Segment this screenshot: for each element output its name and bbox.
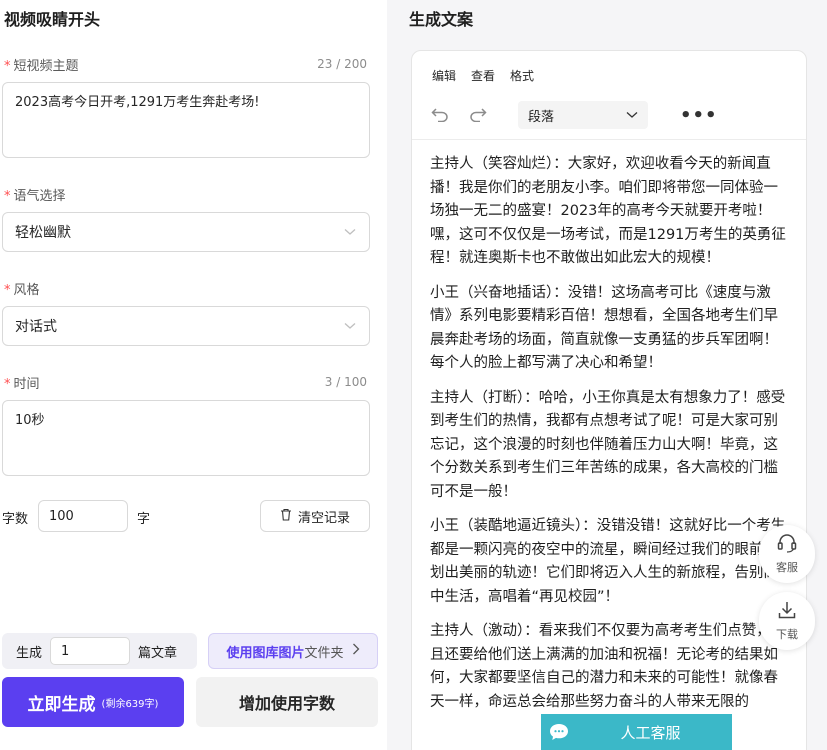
remaining-words: (剩余639字): [101, 698, 159, 710]
clear-records-button[interactable]: 清空记录: [260, 500, 370, 532]
style-value: 对话式: [15, 319, 57, 335]
clear-records-label: 清空记录: [297, 510, 350, 526]
generate-suffix: 篇文章: [138, 645, 178, 661]
chevron-right-icon: [352, 643, 360, 659]
word-count-unit: 字: [137, 512, 151, 527]
panel-title: 视频吸睛开头: [4, 10, 101, 29]
add-words-button[interactable]: 增加使用字数: [196, 677, 378, 727]
topic-textarea[interactable]: 2023高考今日开考,1291万考生奔赴考场!: [2, 82, 370, 158]
generate-now-label: 立即生成: [27, 694, 96, 715]
content-paragraph: 主持人（打断）：哈哈，小王你真是太有想象力了！感受到考生们的热情，我都有点想考试…: [430, 389, 786, 500]
download-button[interactable]: 下载: [759, 592, 815, 650]
paragraph-format-value: 段落: [528, 109, 555, 125]
topic-label: * 短视频主题: [4, 59, 79, 74]
time-textarea[interactable]: 10秒: [2, 400, 370, 476]
time-label: * 时间: [4, 377, 40, 392]
generate-count-row: 生成 1 篇文章: [2, 633, 197, 669]
editor-toolbar: 段落 •••: [430, 101, 718, 129]
chat-bubble-icon: [541, 714, 577, 750]
undo-icon[interactable]: [430, 105, 450, 125]
toolbar-divider: [412, 139, 806, 140]
style-label: * 风格: [4, 283, 40, 298]
generated-content[interactable]: 主持人（笑容灿烂）：大家好，欢迎收看今天的新闻直播！我是你们的老朋友小李。咱们即…: [430, 153, 792, 725]
style-select[interactable]: 对话式: [2, 306, 370, 346]
word-count-label: 字数: [2, 512, 29, 527]
trash-icon: [280, 508, 292, 525]
result-title: 生成文案: [409, 10, 474, 29]
generate-now-button[interactable]: 立即生成 (剩余639字): [2, 677, 184, 727]
right-panel: 生成文案 编辑 查看 格式 段落 ••• 主持人（笑容灿烂）：大家好，欢迎收看今…: [387, 0, 827, 750]
content-paragraph: 主持人（激动）：看来我们不仅要为高考考生们点赞，而且还要给他们送上满满的加油和祝…: [430, 623, 786, 710]
chevron-down-icon: [343, 225, 357, 239]
content-paragraph: 主持人（笑容灿烂）：大家好，欢迎收看今天的新闻直播！我是你们的老朋友小李。咱们即…: [430, 156, 786, 266]
tone-select[interactable]: 轻松幽默: [2, 212, 370, 252]
chevron-down-icon: [343, 319, 357, 333]
generate-prefix: 生成: [16, 645, 43, 661]
content-paragraph: 小王（装酷地逼近镜头）：没错没错！这就好比一个考生都是一颗闪亮的夜空中的流星，瞬…: [430, 518, 786, 605]
download-label: 下载: [776, 628, 798, 641]
image-library-button[interactable]: 使用图库图片文件夹: [208, 633, 378, 669]
generate-count-input[interactable]: 1: [50, 637, 131, 665]
topic-counter: 23 / 200: [317, 57, 367, 71]
left-panel: 视频吸睛开头 * 短视频主题 23 / 200 2023高考今日开考,1291万考…: [0, 0, 387, 750]
customer-service-label: 客服: [776, 561, 798, 574]
menu-view[interactable]: 查看: [471, 67, 495, 84]
headset-icon: [776, 533, 798, 556]
chevron-down-icon: [626, 108, 638, 123]
redo-icon[interactable]: [468, 105, 488, 125]
more-options-icon[interactable]: •••: [680, 105, 718, 126]
word-count-input[interactable]: 100: [38, 500, 128, 532]
content-paragraph: 小王（兴奋地插话）：没错！这场高考可比《速度与激情》系列电影要精彩百倍！想想看，…: [430, 284, 778, 372]
tone-value: 轻松幽默: [15, 225, 71, 241]
image-library-label: 使用图库图片文件夹: [226, 645, 344, 661]
live-service-label: 人工客服: [620, 723, 681, 742]
time-counter: 3 / 100: [324, 375, 367, 389]
live-service-bar[interactable]: 人工客服: [541, 714, 732, 750]
menu-format[interactable]: 格式: [510, 67, 534, 84]
menu-edit[interactable]: 编辑: [432, 67, 456, 84]
rich-text-editor: 编辑 查看 格式 段落 ••• 主持人（笑容灿烂）：大家好，欢迎收看今天的新闻直…: [411, 50, 807, 750]
download-icon: [777, 600, 797, 623]
tone-label: * 语气选择: [4, 189, 66, 204]
customer-service-button[interactable]: 客服: [759, 525, 815, 583]
paragraph-format-select[interactable]: 段落: [518, 101, 648, 129]
editor-menu: 编辑 查看 格式: [432, 67, 534, 84]
